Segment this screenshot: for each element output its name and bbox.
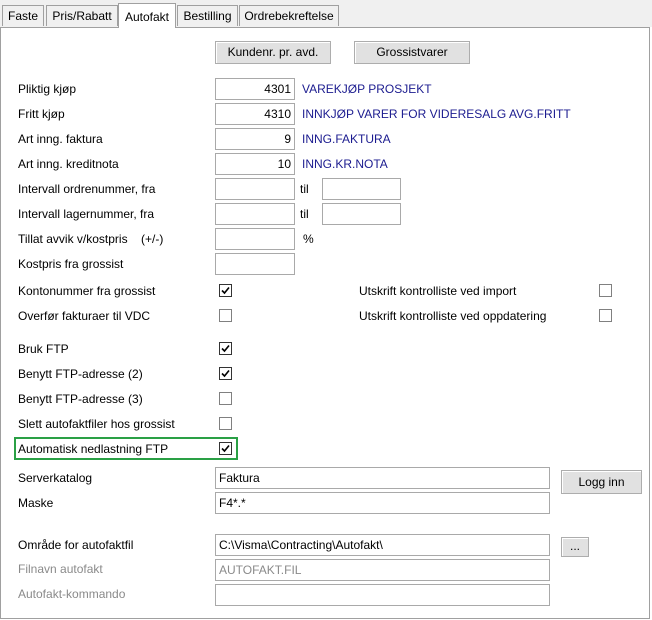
kostpris-input[interactable] [215, 253, 295, 275]
intervall-lager-label: Intervall lagernummer, fra [18, 207, 155, 221]
grossistvarer-button[interactable]: Grossistvarer [354, 41, 470, 64]
tab-label: Pris/Rabatt [52, 9, 112, 23]
tab-strip: Faste Pris/Rabatt Autofakt Bestilling Or… [0, 0, 652, 28]
bruk-ftp-checkbox[interactable] [219, 342, 232, 355]
art-faktura-desc: INNG.FAKTURA [302, 132, 391, 146]
intervall-ordre-til-label: til [300, 182, 309, 196]
intervall-ordre-from-input[interactable] [215, 178, 295, 200]
tab-pris-rabatt[interactable]: Pris/Rabatt [46, 5, 118, 26]
auto-nedlast-checkbox[interactable] [219, 442, 232, 455]
tillat-avvik-hint: (+/-) [141, 232, 164, 246]
overfor-vdc-label: Overfør fakturaer til VDC [18, 309, 151, 323]
ftp3-checkbox[interactable] [219, 392, 232, 405]
slett-checkbox[interactable] [219, 417, 232, 430]
maske-label: Maske [18, 496, 54, 510]
fritt-kjop-desc: INNKJØP VARER FOR VIDERESALG AVG.FRITT [302, 107, 571, 121]
serverkatalog-input[interactable]: Faktura [215, 467, 550, 489]
utskrift-import-label: Utskrift kontrolliste ved import [359, 284, 517, 298]
pliktig-kjop-input[interactable]: 4301 [215, 78, 295, 100]
fritt-kjop-input[interactable]: 4310 [215, 103, 295, 125]
art-faktura-input[interactable]: 9 [215, 128, 295, 150]
intervall-lager-from-input[interactable] [215, 203, 295, 225]
utskrift-oppdatering-checkbox[interactable] [599, 309, 612, 322]
tab-ordrebekreftelse[interactable]: Ordrebekreftelse [239, 5, 339, 26]
omrade-input[interactable]: C:\Visma\Contracting\Autofakt\ [215, 534, 550, 556]
art-kreditnota-label: Art inng. kreditnota [18, 157, 119, 171]
ftp3-label: Benytt FTP-adresse (3) [18, 392, 143, 406]
serverkatalog-label: Serverkatalog [18, 471, 93, 485]
checkmark-icon [221, 444, 230, 453]
kommando-label: Autofakt-kommando [18, 587, 126, 601]
art-kreditnota-input[interactable]: 10 [215, 153, 295, 175]
checkmark-icon [221, 286, 230, 295]
tab-label: Bestilling [183, 9, 232, 23]
tab-autofakt[interactable]: Autofakt [118, 3, 176, 28]
slett-label: Slett autofaktfiler hos grossist [18, 417, 175, 431]
kundenr-button[interactable]: Kundenr. pr. avd. [215, 41, 331, 64]
utskrift-import-checkbox[interactable] [599, 284, 612, 297]
filnavn-label: Filnavn autofakt [18, 562, 103, 576]
tillat-avvik-label: Tillat avvik v/kostpris [18, 232, 128, 246]
kontonummer-checkbox[interactable] [219, 284, 232, 297]
art-kreditnota-desc: INNG.KR.NOTA [302, 157, 388, 171]
intervall-ordre-to-input[interactable] [322, 178, 401, 200]
pliktig-kjop-desc: VAREKJØP PROSJEKT [302, 82, 432, 96]
tab-bestilling[interactable]: Bestilling [177, 5, 238, 26]
maske-input[interactable]: F4*.* [215, 492, 550, 514]
kommando-input[interactable] [215, 584, 550, 606]
tab-label: Ordrebekreftelse [244, 9, 334, 23]
overfor-vdc-checkbox[interactable] [219, 309, 232, 322]
tab-faste[interactable]: Faste [2, 5, 44, 26]
intervall-lager-to-input[interactable] [322, 203, 401, 225]
pliktig-kjop-label: Pliktig kjøp [18, 82, 77, 96]
bruk-ftp-label: Bruk FTP [18, 342, 69, 356]
utskrift-oppdatering-label: Utskrift kontrolliste ved oppdatering [359, 309, 547, 323]
kontonummer-label: Kontonummer fra grossist [18, 284, 156, 298]
omrade-label: Område for autofaktfil [18, 538, 134, 552]
checkmark-icon [221, 369, 230, 378]
tillat-avvik-input[interactable] [215, 228, 295, 250]
kostpris-label: Kostpris fra grossist [18, 257, 124, 271]
logg-inn-button[interactable]: Logg inn [561, 470, 642, 494]
tab-label: Autofakt [124, 10, 170, 24]
tab-label: Faste [7, 9, 38, 23]
auto-nedlast-label: Automatisk nedlastning FTP [18, 442, 169, 456]
browse-button[interactable]: ... [561, 537, 589, 557]
intervall-lager-til-label: til [300, 207, 309, 221]
art-faktura-label: Art inng. faktura [18, 132, 103, 146]
percent-unit: % [303, 232, 314, 246]
ftp2-label: Benytt FTP-adresse (2) [18, 367, 143, 381]
ftp2-checkbox[interactable] [219, 367, 232, 380]
fritt-kjop-label: Fritt kjøp [18, 107, 65, 121]
checkmark-icon [221, 344, 230, 353]
filnavn-input[interactable]: AUTOFAKT.FIL [215, 559, 550, 581]
intervall-ordre-label: Intervall ordrenummer, fra [18, 182, 156, 196]
